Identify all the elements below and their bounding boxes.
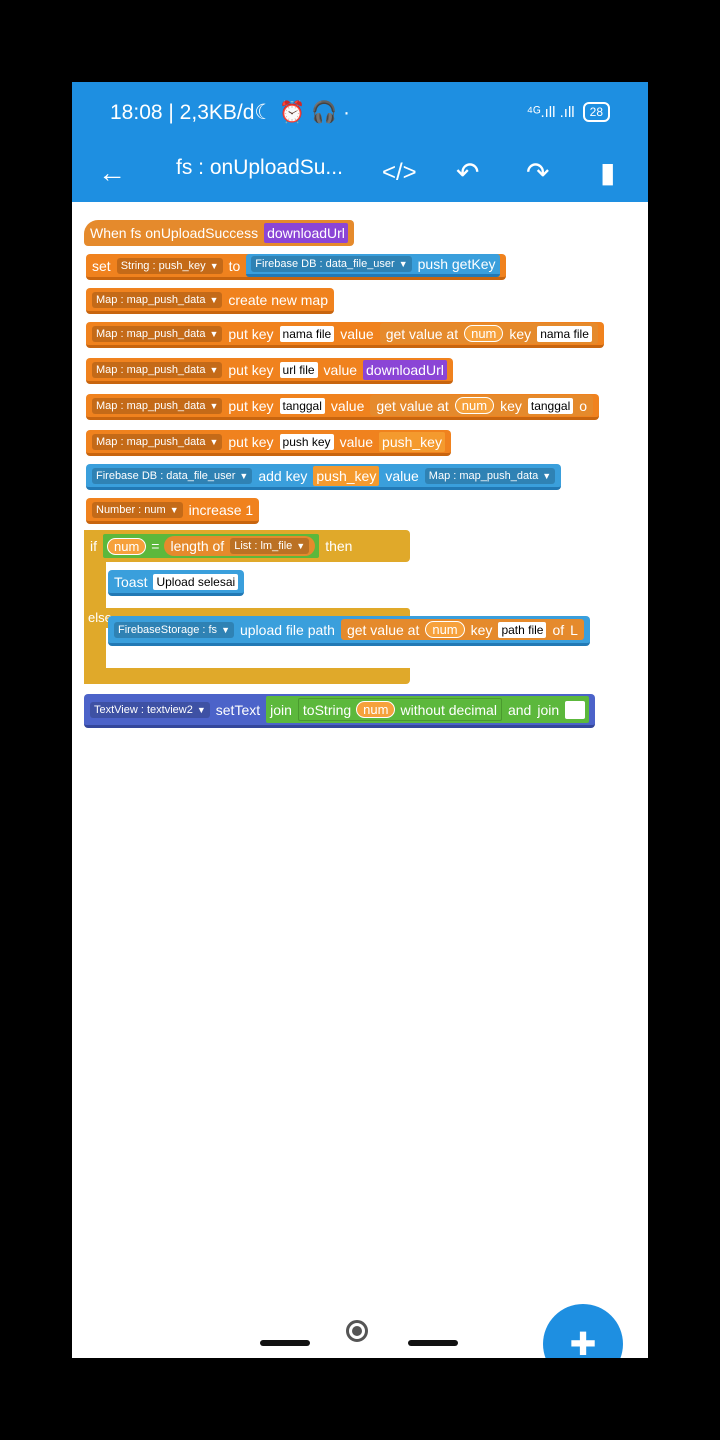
event-block[interactable]: When fs onUploadSuccess downloadUrl [84, 220, 354, 246]
value-label: value [339, 433, 374, 450]
num-variable[interactable]: num [464, 325, 504, 342]
map-dropdown[interactable]: Map : map_push_data ▼ [92, 291, 223, 308]
key-input[interactable]: tanggal [279, 397, 325, 414]
put-key-label: put key [228, 325, 274, 342]
param-downloadurl[interactable]: downloadUrl [363, 359, 447, 380]
num-variable[interactable]: num [107, 537, 147, 555]
get-value-block[interactable]: get value at num key nama file [379, 323, 598, 344]
number-dropdown[interactable]: Number : num ▼ [92, 501, 183, 518]
phone-screen: 18:08 | 2,3KB/d☾ ⏰ 🎧 · ⁴ᴳ.ıll .ıll 28 ← … [72, 82, 648, 1358]
firebase-add-block[interactable]: Firebase DB : data_file_user ▼ add key pu… [86, 464, 562, 490]
to-label: to [228, 257, 241, 274]
redo-icon[interactable]: ↷ [526, 156, 549, 190]
map-create-block[interactable]: Map : map_push_data ▼ create new map [86, 288, 334, 314]
settext-block[interactable]: TextView : textview2 ▼ setText join toStr… [84, 694, 596, 728]
nav-back-gesture[interactable] [260, 1340, 310, 1346]
bookmark-icon[interactable]: ▮ [600, 156, 615, 190]
set-label: set [92, 257, 111, 274]
put-key-label: put key [228, 433, 274, 450]
key-input[interactable]: push key [279, 433, 334, 450]
map-dropdown[interactable]: Map : map_push_data ▼ [92, 397, 223, 414]
key-input[interactable]: path file [498, 621, 547, 638]
if-else-block[interactable]: if num = length of List : lm_file ▼ then … [84, 530, 410, 684]
app-bar: ← fs : onUploadSu... </> ↶ ↷ ▮ [72, 144, 648, 202]
status-bar: 18:08 | 2,3KB/d☾ ⏰ 🎧 · ⁴ᴳ.ıll .ıll 28 [72, 82, 648, 144]
then-label: then [325, 538, 353, 554]
db-dropdown[interactable]: Firebase DB : data_file_user ▼ [92, 467, 253, 484]
value-label: value [385, 467, 419, 484]
toast-text-input[interactable]: Upload selesai [153, 573, 239, 590]
param-downloadurl[interactable]: downloadUrl [264, 223, 348, 243]
getkey-label: push getKey [417, 256, 496, 272]
signal-icon: ⁴ᴳ.ıll .ıll [526, 103, 575, 121]
home-button[interactable] [346, 1320, 368, 1342]
get-value-block[interactable]: get value at num key tanggal o [370, 395, 594, 416]
key-input[interactable]: url file [279, 361, 318, 378]
status-icons: ⁴ᴳ.ıll .ıll 28 [527, 102, 610, 122]
push-getkey-block[interactable]: Firebase DB : data_file_user ▼ push getKe… [246, 254, 501, 277]
set-block[interactable]: set String : push_key ▼ to Firebase DB : … [86, 254, 507, 280]
key-input[interactable]: tanggal [527, 397, 574, 414]
block-canvas[interactable]: When fs onUploadSuccess downloadUrl set … [72, 202, 648, 1358]
value-label: value [340, 325, 374, 342]
tostring-block[interactable]: toString num without decimal [297, 698, 502, 721]
get-value-block[interactable]: get value at num key path file of L [340, 619, 584, 640]
equals-block[interactable]: num = length of List : lm_file ▼ [103, 534, 320, 558]
code-view-icon[interactable]: </> [382, 156, 417, 190]
map-dropdown[interactable]: Map : map_push_data ▼ [92, 361, 223, 378]
var-dropdown[interactable]: String : push_key ▼ [116, 257, 223, 274]
battery-icon: 28 [582, 102, 610, 122]
put-key-label: put key [228, 361, 274, 378]
add-key-label: add key [258, 467, 308, 484]
create-map-label: create new map [228, 291, 328, 308]
back-arrow-icon[interactable]: ← [98, 156, 126, 190]
put-key-block[interactable]: Map : map_push_data ▼ put key push key va… [86, 430, 451, 456]
push-key-variable[interactable]: push_key [313, 465, 380, 486]
put-key-block[interactable]: Map : map_push_data ▼ put key url file va… [86, 358, 453, 384]
map-dropdown[interactable]: Map : map_push_data ▼ [424, 467, 556, 484]
map-dropdown[interactable]: Map : map_push_data ▼ [92, 325, 223, 342]
textview-dropdown[interactable]: TextView : textview2 ▼ [90, 701, 210, 718]
num-variable[interactable]: num [356, 701, 396, 718]
upload-file-block[interactable]: FirebaseStorage : fs ▼ upload file path g… [108, 616, 590, 646]
toast-block[interactable]: Toast Upload selesai [108, 570, 245, 596]
length-of-block[interactable]: length of List : lm_file ▼ [164, 536, 316, 556]
navigation-bar [72, 1308, 648, 1358]
map-dropdown[interactable]: Map : map_push_data ▼ [92, 433, 223, 450]
db-dropdown[interactable]: Firebase DB : data_file_user ▼ [251, 256, 412, 272]
value-label: value [323, 361, 358, 378]
put-key-block[interactable]: Map : map_push_data ▼ put key nama file v… [86, 322, 604, 348]
num-variable[interactable]: num [454, 397, 495, 414]
nav-recent-gesture[interactable] [408, 1340, 458, 1346]
key-input[interactable]: nama file [537, 325, 592, 342]
page-title: fs : onUploadSu... [176, 156, 343, 179]
status-time: 18:08 | 2,3KB/d☾ ⏰ 🎧 · [110, 101, 351, 124]
put-key-block[interactable]: Map : map_push_data ▼ put key tanggal val… [86, 394, 600, 420]
event-label: When fs onUploadSuccess [90, 225, 259, 241]
put-key-label: put key [228, 397, 274, 414]
text-input[interactable] [565, 700, 586, 719]
increase-block[interactable]: Number : num ▼ increase 1 [86, 498, 260, 524]
value-label: value [330, 397, 365, 414]
storage-dropdown[interactable]: FirebaseStorage : fs ▼ [114, 621, 234, 638]
undo-icon[interactable]: ↶ [456, 156, 479, 190]
push-key-variable[interactable]: push_key [379, 431, 445, 452]
increase-label: increase 1 [188, 501, 254, 518]
join-block[interactable]: join toString num without decimal and jo… [266, 696, 590, 723]
list-dropdown[interactable]: List : lm_file ▼ [230, 538, 310, 554]
num-variable[interactable]: num [425, 621, 465, 638]
key-input[interactable]: nama file [279, 325, 335, 342]
if-header: if num = length of List : lm_file ▼ then [84, 533, 358, 559]
